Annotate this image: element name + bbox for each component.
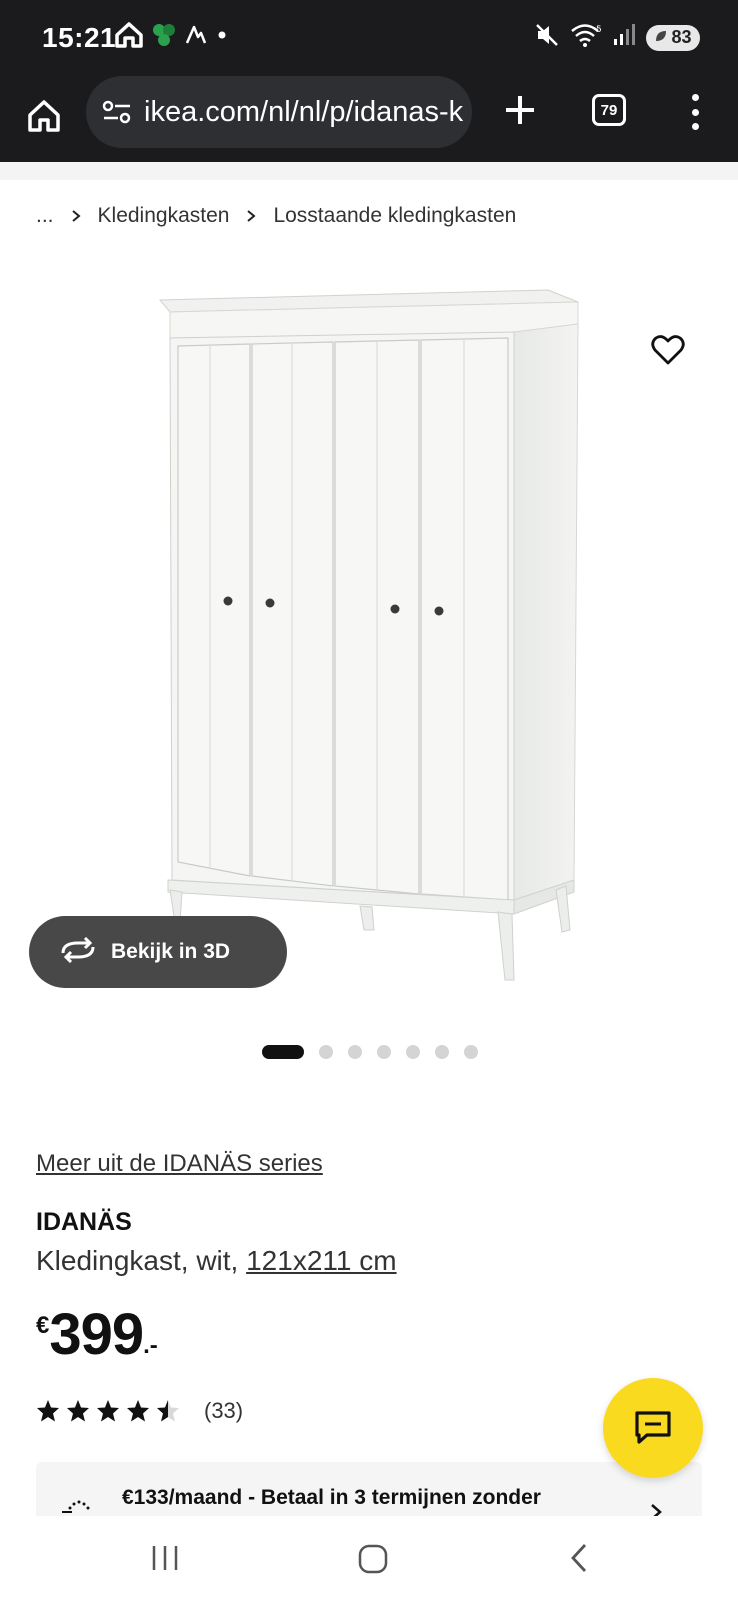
notification-dot-icon xyxy=(215,28,229,47)
view-in-3d-label: Bekijk in 3D xyxy=(111,940,231,963)
battery-level: 83 xyxy=(671,27,692,47)
back-arrow-icon xyxy=(571,1544,587,1572)
status-right-icons: 5 83 xyxy=(534,22,700,53)
breadcrumb-kledingkasten[interactable]: Kledingkasten xyxy=(98,204,230,228)
status-bar: 15:21 5 83 xyxy=(0,0,738,76)
status-left-icons xyxy=(115,22,229,53)
star-full-icon xyxy=(67,1400,89,1422)
system-navigation-bar xyxy=(0,1516,738,1600)
breadcrumb-ellipsis[interactable]: ... xyxy=(36,204,54,228)
svg-text:5: 5 xyxy=(596,25,602,35)
recent-apps-button[interactable] xyxy=(150,1544,180,1577)
price-amount: 399 xyxy=(49,1302,144,1367)
recent-apps-icon xyxy=(152,1546,178,1570)
product-type-text: Kledingkast, wit, xyxy=(36,1245,247,1276)
activity-icon xyxy=(185,23,207,52)
battery-indicator: 83 xyxy=(646,24,700,51)
star-full-icon xyxy=(127,1400,149,1422)
chevron-right-icon xyxy=(70,209,82,223)
series-link[interactable]: Meer uit de IDANÄS series xyxy=(36,1150,323,1178)
page-header-strip xyxy=(0,162,738,180)
gallery-dot[interactable] xyxy=(319,1045,333,1059)
browser-menu-button[interactable] xyxy=(680,90,710,134)
back-button[interactable] xyxy=(568,1542,590,1579)
product-image[interactable] xyxy=(0,250,738,1010)
gallery-dot[interactable] xyxy=(262,1045,304,1059)
tab-switcher-button[interactable]: 79 xyxy=(592,94,626,126)
view-in-3d-button[interactable]: Bekijk in 3D xyxy=(29,916,287,988)
rating-count[interactable]: (33) xyxy=(204,1398,243,1424)
plus-icon xyxy=(506,96,534,124)
heart-icon xyxy=(651,335,685,365)
url-text[interactable]: ikea.com/nl/nl/p/idanas-k xyxy=(144,96,464,129)
leaf-icon xyxy=(151,22,177,53)
browser-home-button[interactable] xyxy=(22,94,66,138)
battery-saver-icon xyxy=(654,27,668,48)
breadcrumb-losstaande-kledingkasten[interactable]: Losstaande kledingkasten xyxy=(273,204,516,228)
star-full-icon xyxy=(97,1400,119,1422)
gallery-pagination xyxy=(262,1045,478,1059)
chat-icon xyxy=(635,1411,671,1444)
address-bar[interactable]: ikea.com/nl/nl/p/idanas-k xyxy=(86,76,472,148)
gallery-dot[interactable] xyxy=(406,1045,420,1059)
new-tab-button[interactable] xyxy=(498,88,542,132)
chevron-right-icon xyxy=(245,209,257,223)
product-name: IDANÄS xyxy=(36,1208,132,1236)
site-settings-icon[interactable] xyxy=(102,97,132,127)
wishlist-button[interactable] xyxy=(648,330,688,370)
menu-dot xyxy=(691,108,699,116)
home-square-icon xyxy=(358,1544,388,1574)
chat-button[interactable] xyxy=(603,1378,703,1478)
home-icon xyxy=(28,100,60,132)
product-size-link[interactable]: 121x211 cm xyxy=(246,1245,396,1276)
payment-installments-text: €133/maand - Betaal in 3 termijnen zonde… xyxy=(122,1486,541,1509)
browser-toolbar: ikea.com/nl/nl/p/idanas-k 79 xyxy=(0,76,738,162)
price-currency: € xyxy=(36,1312,50,1339)
status-time: 15:21 xyxy=(42,22,117,53)
price-suffix: .- xyxy=(143,1332,158,1359)
system-home-button[interactable] xyxy=(358,1544,388,1579)
product-description: Kledingkast, wit, 121x211 cm xyxy=(36,1245,397,1277)
wifi-icon: 5 xyxy=(570,22,602,53)
smart-home-icon xyxy=(115,22,143,53)
gallery-dot[interactable] xyxy=(348,1045,362,1059)
product-rating[interactable]: (33) xyxy=(36,1398,243,1424)
menu-dot xyxy=(691,123,699,130)
product-price: € 399 .- xyxy=(36,1306,158,1364)
menu-dot xyxy=(691,94,699,101)
rating-stars xyxy=(36,1399,180,1423)
star-half-icon xyxy=(157,1400,179,1422)
breadcrumb: ... Kledingkasten Losstaande kledingkast… xyxy=(36,204,516,228)
signal-icon xyxy=(612,23,636,52)
payment-installments-banner[interactable]: €133/maand - Betaal in 3 termijnen zonde… xyxy=(36,1462,702,1522)
mute-icon xyxy=(534,22,560,53)
gallery-dot[interactable] xyxy=(464,1045,478,1059)
star-full-icon xyxy=(37,1400,59,1422)
gallery-dot[interactable] xyxy=(377,1045,391,1059)
gallery-dot[interactable] xyxy=(435,1045,449,1059)
rotate-3d-icon xyxy=(59,936,97,968)
